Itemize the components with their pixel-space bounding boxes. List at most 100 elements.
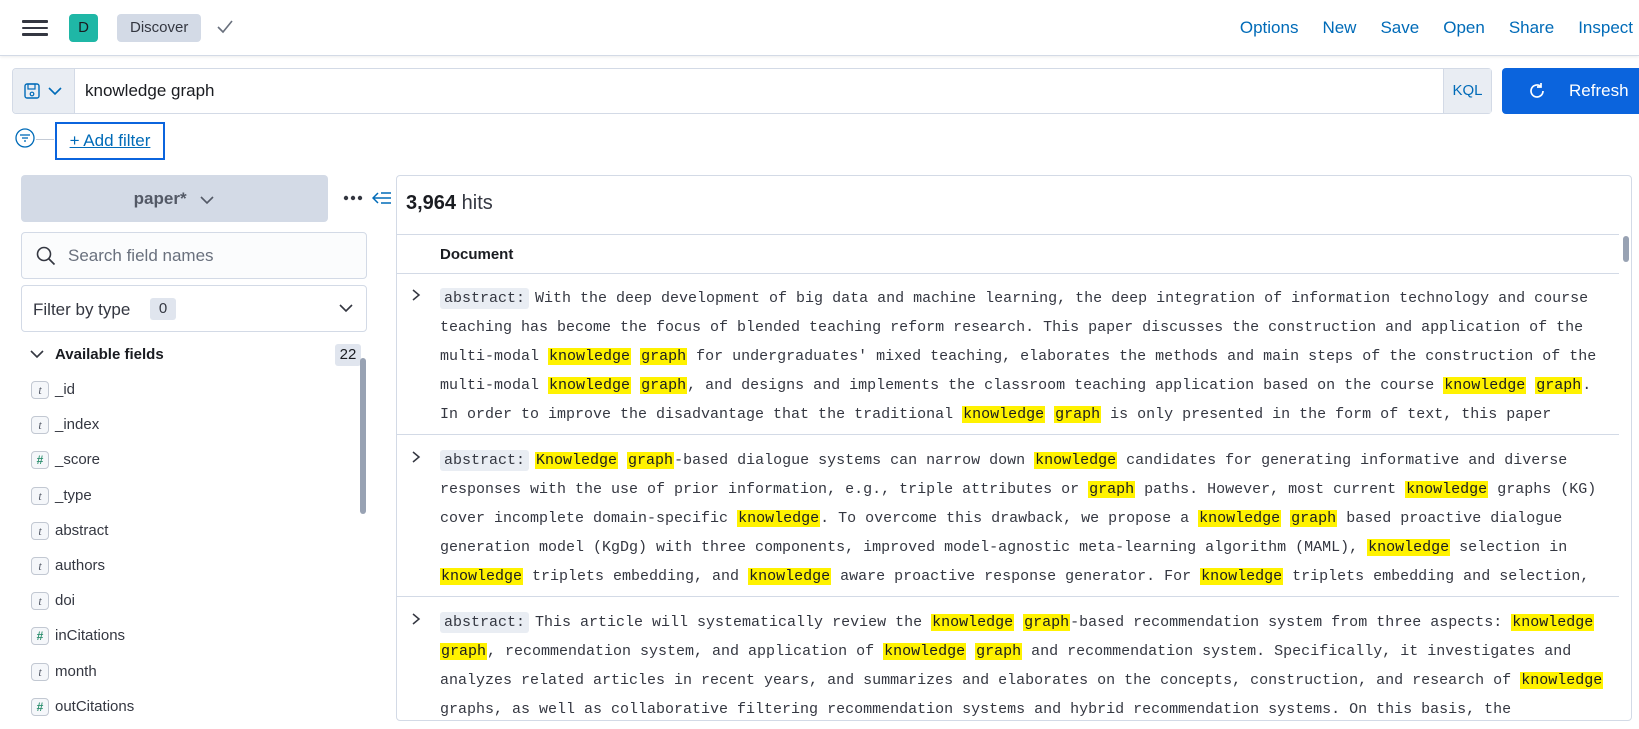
top-nav-links: Options New Save Open Share Inspect: [1240, 0, 1639, 56]
index-pattern-label: paper*: [133, 189, 187, 208]
search-highlight: knowledge: [1198, 510, 1282, 527]
search-highlight: knowledge: [737, 510, 821, 527]
number-type-icon: #: [31, 451, 49, 470]
hamburger-menu-icon[interactable]: [22, 16, 48, 40]
available-fields-count: 22: [335, 344, 361, 366]
search-highlight: graph: [640, 348, 688, 365]
add-filter-button[interactable]: + Add filter: [55, 122, 165, 160]
kql-language-button[interactable]: KQL: [1443, 69, 1491, 113]
field-item[interactable]: t _index: [21, 408, 357, 443]
query-input[interactable]: [75, 69, 1415, 113]
search-highlight: knowledge: [1367, 539, 1451, 556]
search-highlight: graph: [440, 643, 488, 660]
document-column-header: Document: [440, 246, 514, 263]
abstract-field-label: abstract:: [440, 288, 530, 309]
search-highlight: knowledge: [1511, 614, 1595, 631]
table-row: abstract: This article will systematicall…: [397, 598, 1619, 720]
refresh-label: Refresh: [1569, 81, 1629, 100]
field-name: _id: [55, 381, 76, 398]
document-abstract: abstract: Knowledge graph-based dialogue …: [440, 446, 1615, 596]
field-item[interactable]: # outCitations: [21, 690, 357, 725]
new-link[interactable]: New: [1322, 18, 1356, 38]
collapse-sidebar-icon[interactable]: [372, 189, 392, 207]
field-item[interactable]: # inCitations: [21, 619, 357, 654]
search-highlight: graph: [1290, 510, 1338, 527]
string-type-icon: t: [31, 662, 49, 681]
top-header: D Discover Options New Save Open Share I…: [0, 0, 1639, 56]
search-highlight: knowledge: [1443, 377, 1527, 394]
filter-icon[interactable]: [15, 128, 35, 148]
check-icon: [217, 20, 233, 34]
search-highlight: knowledge: [548, 348, 632, 365]
sidebar-scrollbar[interactable]: [360, 358, 366, 514]
save-link[interactable]: Save: [1380, 18, 1419, 38]
search-icon: [36, 246, 56, 266]
string-type-icon: t: [31, 556, 49, 575]
field-item[interactable]: # _score: [21, 443, 357, 478]
filter-by-type-label: Filter by type: [33, 300, 131, 319]
save-disk-icon: [24, 83, 40, 99]
field-item[interactable]: t abstract: [21, 514, 357, 549]
search-highlight: knowledge: [1200, 568, 1284, 585]
refresh-button[interactable]: Refresh: [1502, 68, 1639, 114]
field-search: [21, 232, 367, 279]
chevron-down-icon: [30, 350, 44, 359]
string-type-icon: t: [31, 592, 49, 611]
field-item[interactable]: t authors: [21, 549, 357, 584]
field-item[interactable]: t month: [21, 655, 357, 690]
filter-count-badge: 0: [150, 298, 176, 320]
filter-divider: [36, 139, 54, 140]
chevron-down-icon: [339, 304, 353, 313]
search-highlight: graph: [640, 377, 688, 394]
space-avatar[interactable]: D: [69, 14, 98, 42]
document-abstract: abstract: With the deep development of bi…: [440, 284, 1615, 434]
hits-counter: 3,964 hits: [406, 192, 493, 215]
search-highlight: graph: [1535, 377, 1583, 394]
search-highlight: knowledge: [1405, 481, 1489, 498]
field-name: abstract: [55, 521, 109, 539]
field-item[interactable]: t _type: [21, 479, 357, 514]
abstract-text: With the deep development of big data an…: [440, 290, 1597, 423]
search-highlight: graph: [1088, 481, 1136, 498]
document-abstract: abstract: This article will systematicall…: [440, 608, 1615, 720]
available-fields-toggle[interactable]: Available fields 22: [21, 342, 361, 368]
search-highlight: graph: [975, 643, 1023, 660]
field-name: doi: [55, 592, 76, 610]
inspect-link[interactable]: Inspect: [1578, 18, 1633, 38]
search-highlight: graph: [1023, 614, 1071, 631]
chevron-down-icon: [48, 87, 62, 96]
share-link[interactable]: Share: [1509, 18, 1554, 38]
abstract-text: Knowledge graph-based dialogue systems c…: [440, 452, 1597, 585]
options-link[interactable]: Options: [1240, 18, 1299, 38]
results-scrollbar[interactable]: [1623, 236, 1629, 262]
string-type-icon: t: [31, 416, 49, 435]
search-highlight: knowledge: [883, 643, 967, 660]
results-panel: 3,964 hits Document abstract: With the de…: [396, 175, 1632, 721]
string-type-icon: t: [31, 381, 49, 399]
search-highlight: knowledge: [962, 406, 1046, 423]
search-highlight: knowledge: [931, 614, 1015, 631]
field-item[interactable]: t _id: [21, 373, 357, 408]
hits-label: hits: [461, 192, 493, 214]
field-item[interactable]: t doi: [21, 584, 357, 619]
search-highlight: graph: [1054, 406, 1102, 423]
open-link[interactable]: Open: [1443, 18, 1485, 38]
expand-row-icon[interactable]: [409, 450, 423, 464]
field-search-input[interactable]: [68, 233, 358, 278]
saved-query-button[interactable]: [13, 69, 75, 113]
table-row: abstract: With the deep development of bi…: [397, 274, 1619, 435]
expand-row-icon[interactable]: [409, 288, 423, 302]
field-name: authors: [55, 556, 106, 574]
index-pattern-selector[interactable]: paper*: [21, 175, 328, 222]
search-highlight: knowledge: [748, 568, 832, 585]
number-type-icon: #: [31, 697, 49, 716]
number-type-icon: #: [31, 627, 49, 646]
query-bar: KQL: [12, 68, 1492, 114]
table-row: abstract: Knowledge graph-based dialogue …: [397, 436, 1619, 597]
filter-by-type-button[interactable]: Filter by type 0: [21, 285, 367, 332]
expand-row-icon[interactable]: [409, 612, 423, 626]
field-name: _index: [55, 416, 100, 434]
string-type-icon: t: [31, 521, 49, 540]
breadcrumb-discover: Discover: [117, 14, 202, 42]
more-options-icon[interactable]: [343, 195, 363, 201]
